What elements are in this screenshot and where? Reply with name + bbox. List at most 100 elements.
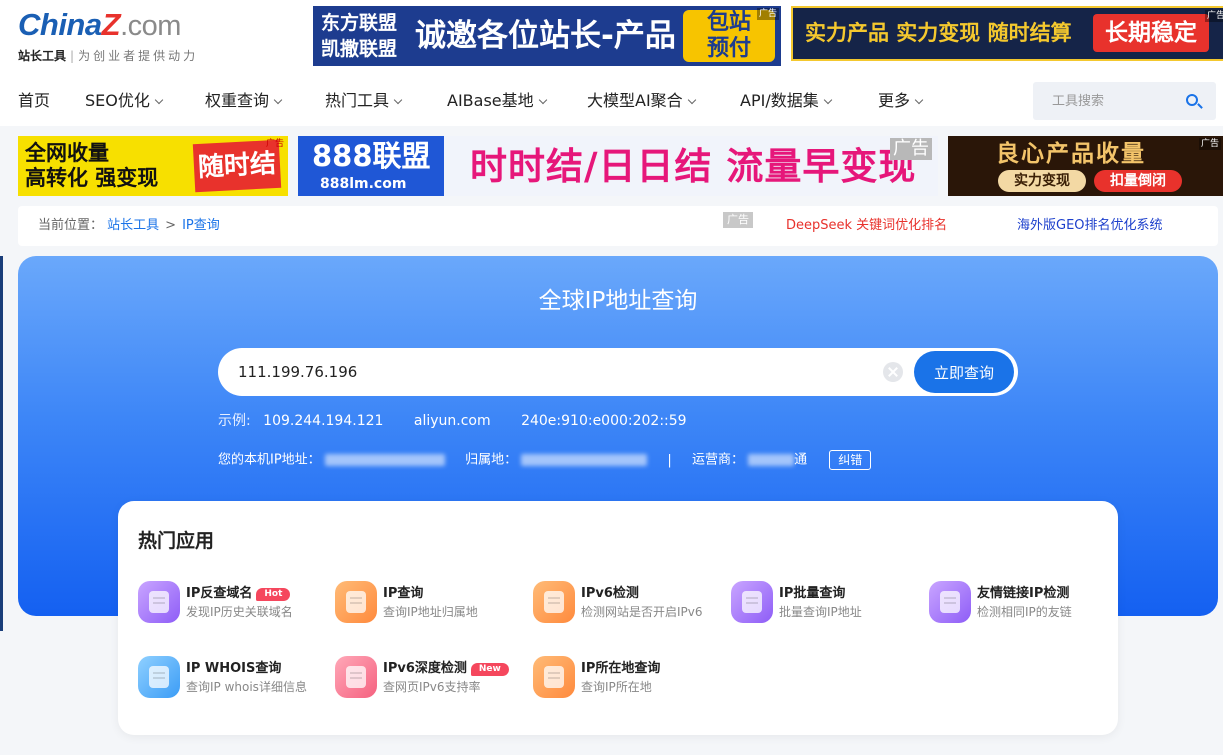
- query-bar: 立即查询: [218, 348, 1018, 396]
- ip-query-input[interactable]: [218, 348, 868, 396]
- ip-document-icon: [533, 656, 575, 698]
- ad-link-deepseek[interactable]: DeepSeek 关键词优化排名: [786, 218, 947, 234]
- ad-888-url: 888lm.com: [320, 176, 407, 192]
- chevron-down-icon: [154, 95, 164, 105]
- nav-item-home[interactable]: 首页: [18, 90, 50, 112]
- breadcrumb: 当前位置： 站长工具 > IP查询 广告 DeepSeek 关键词优化排名 海外版G…: [18, 206, 1218, 246]
- nav-item-label: API/数据集: [740, 91, 819, 110]
- examples-row: 示例: 109.244.194.121 aliyun.com 240e:910:…: [218, 412, 713, 430]
- ad-banner-row2-1[interactable]: 全网收量 高转化 强变现 随时结 广告: [18, 136, 288, 196]
- ad-top1-names: 东方联盟 凯撒联盟: [321, 10, 397, 62]
- ip-document-icon: [335, 581, 377, 623]
- app-ip-query[interactable]: IP查询 查询IP地址归属地: [335, 581, 525, 625]
- app-name-text: IP反查域名: [186, 586, 253, 601]
- whois-card-icon: [138, 656, 180, 698]
- example-link[interactable]: 240e:910:e000:202::59: [521, 413, 687, 429]
- isp-label: 运营商：: [691, 452, 744, 468]
- ad-banner-row2-3[interactable]: 良心产品收量 实力变现 扣量倒闭 广告: [948, 136, 1223, 196]
- ad-mark: 广告: [756, 8, 779, 20]
- app-desc: 检测网站是否开启IPv6: [581, 605, 703, 619]
- breadcrumb-current-link[interactable]: IP查询: [182, 218, 220, 233]
- examples-label: 示例:: [218, 413, 251, 429]
- left-edge-strip: [0, 256, 3, 631]
- nav-item-label: 大模型AI聚合: [587, 91, 683, 110]
- app-name: IP所在地查询: [581, 661, 661, 676]
- clear-icon[interactable]: [883, 362, 903, 382]
- app-ip-location[interactable]: IP所在地查询 查询IP所在地: [533, 656, 723, 700]
- ad-link-geo[interactable]: 海外版GEO排名优化系统: [1017, 218, 1163, 234]
- example-link[interactable]: 109.244.194.121: [263, 413, 383, 429]
- local-ip-info: 您的本机IP地址： 归属地： | 运营商： 通 纠错: [218, 450, 918, 472]
- app-name: IPv6深度检测 New: [383, 660, 509, 677]
- breadcrumb-prefix: 当前位置：: [38, 218, 104, 233]
- chevron-down-icon: [273, 95, 283, 105]
- ad-row2a-text: 全网收量 高转化 强变现: [25, 141, 158, 191]
- section-title: 热门应用: [138, 530, 215, 552]
- app-ip-whois[interactable]: IP WHOIS查询 查询IP whois详细信息: [138, 656, 328, 700]
- app-desc: 检测相同IP的友链: [977, 605, 1072, 619]
- nav-item-label: 更多: [878, 91, 911, 110]
- ad-banner-top-1[interactable]: 东方联盟 凯撒联盟 诚邀各位站长-产品 包站 预付 广告: [313, 6, 781, 66]
- app-desc: 批量查询IP地址: [779, 605, 862, 619]
- app-ipv6-deep[interactable]: IPv6深度检测 New 查网页IPv6支持率: [335, 656, 525, 700]
- nav-item-ai-aggregate[interactable]: 大模型AI聚合: [587, 90, 696, 112]
- ip-globe-icon: [138, 581, 180, 623]
- search-icon[interactable]: [1186, 94, 1198, 106]
- query-button[interactable]: 立即查询: [914, 351, 1014, 393]
- app-friendlink-ip[interactable]: 友情链接IP检测 检测相同IP的友链: [929, 581, 1119, 625]
- app-name-text: IPv6深度检测: [383, 661, 467, 676]
- local-ip-label: 您的本机IP地址：: [218, 452, 321, 468]
- ad-row2a-line1: 全网收量: [25, 141, 109, 165]
- nav-item-aibase[interactable]: AIBase基地: [447, 90, 547, 112]
- logo-separator: |: [70, 49, 75, 63]
- app-ip-reverse-domain[interactable]: IP反查域名 Hot 发现IP历史关联域名: [138, 581, 328, 625]
- logo-sub-title: 站长工具: [18, 49, 67, 63]
- nav-item-more[interactable]: 更多: [878, 90, 924, 112]
- ad-top1-line2: 凯撒联盟: [321, 38, 398, 60]
- ip-globe-icon: [731, 581, 773, 623]
- ad-mark: 广告: [265, 139, 284, 149]
- ad-mark: 广告: [1198, 138, 1221, 150]
- tool-search-input[interactable]: [1033, 82, 1183, 120]
- ad-banner-top-2[interactable]: 实力产品 实力变现 随时结算 长期稳定 广告: [791, 6, 1223, 61]
- ad-mark: 广告: [1204, 10, 1223, 22]
- app-desc: 查网页IPv6支持率: [383, 680, 481, 694]
- nav-item-api[interactable]: API/数据集: [740, 90, 832, 112]
- ad-top1-headline: 诚邀各位站长-产品: [415, 18, 676, 54]
- hot-badge: Hot: [256, 588, 291, 601]
- site-logo[interactable]: ChinaZ.com 站长工具 | 为创业者提供动力: [18, 8, 228, 64]
- ad-888-name: 888联盟: [312, 139, 431, 173]
- ip-globe-icon: [929, 581, 971, 623]
- app-name: IP批量查询: [779, 586, 846, 601]
- nav-item-seo[interactable]: SEO优化: [85, 90, 164, 112]
- nav-item-label: 权重查询: [205, 91, 270, 110]
- info-separator: |: [667, 452, 672, 468]
- app-ip-batch[interactable]: IP批量查询 批量查询IP地址: [731, 581, 921, 625]
- chevron-down-icon: [393, 95, 403, 105]
- redacted-isp: [748, 454, 795, 466]
- chevron-down-icon: [538, 95, 547, 105]
- site-header: ChinaZ.com 站长工具 | 为创业者提供动力 东方联盟 凯撒联盟 诚邀各位站长…: [0, 0, 1223, 126]
- logo-text-com: .com: [120, 10, 181, 42]
- app-ipv6-check[interactable]: IPv6检测 检测网站是否开启IPv6: [533, 581, 723, 625]
- chevron-down-icon: [687, 95, 696, 105]
- logo-wordmark: ChinaZ.com: [18, 8, 228, 43]
- tool-search: [1033, 82, 1216, 120]
- nav-item-hot-tools[interactable]: 热门工具: [325, 90, 403, 112]
- nav-item-weight[interactable]: 权重查询: [205, 90, 283, 112]
- redacted-ip: [324, 454, 445, 466]
- page-title: 全球IP地址查询: [538, 288, 698, 314]
- app-name: IP WHOIS查询: [186, 661, 282, 676]
- app-desc: 查询IP所在地: [581, 680, 652, 694]
- example-link[interactable]: aliyun.com: [414, 413, 491, 429]
- chevron-down-icon: [914, 95, 924, 105]
- breadcrumb-home-link[interactable]: 站长工具: [107, 218, 159, 233]
- ad-row2c-headline: 良心产品收量: [996, 141, 1146, 167]
- app-desc: 查询IP whois详细信息: [186, 680, 307, 694]
- ad-banner-row2-2[interactable]: 888联盟 888lm.com 时时结/日日结 流量早变现 广告: [298, 136, 938, 196]
- ad-row2c-pill2: 扣量倒闭: [1094, 170, 1182, 192]
- ad-888-logo: 888联盟 888lm.com: [298, 136, 444, 196]
- app-name: IP反查域名 Hot: [186, 585, 291, 602]
- report-error-button[interactable]: 纠错: [829, 450, 872, 470]
- nav-item-label: 首页: [18, 91, 51, 110]
